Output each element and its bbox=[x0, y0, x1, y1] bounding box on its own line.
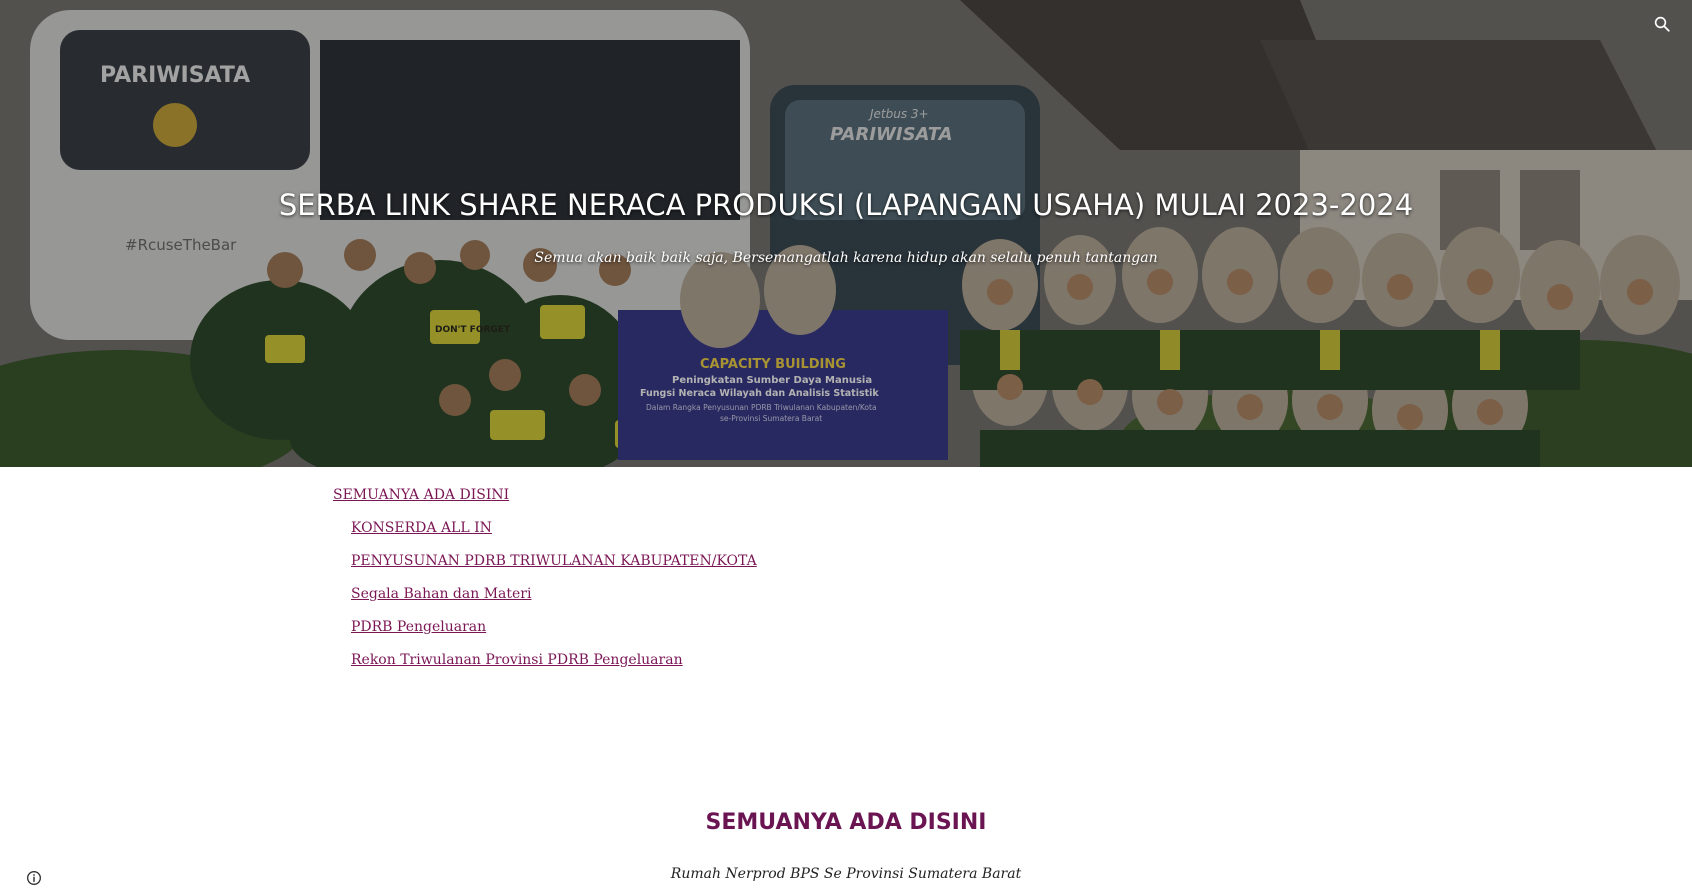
search-button[interactable] bbox=[1648, 10, 1676, 38]
site-title: SERBA LINK SHARE NERACA PRODUKSI (LAPANG… bbox=[278, 188, 1414, 222]
nav-link-pdrb-pengeluaran[interactable]: PDRB Pengeluaran bbox=[351, 619, 486, 635]
nav-link-konserda-all-in[interactable]: KONSERDA ALL IN bbox=[351, 520, 492, 536]
search-icon bbox=[1654, 16, 1670, 32]
nav-link-penyusunan-pdrb[interactable]: PENYUSUNAN PDRB TRIWULANAN KABUPATEN/KOT… bbox=[351, 553, 757, 569]
section-text: Rumah Nerprod BPS Se Provinsi Sumatera B… bbox=[670, 866, 1022, 882]
info-icon bbox=[27, 871, 41, 885]
hero-overlay bbox=[0, 0, 1692, 467]
section-heading: SEMUANYA ADA DISINI bbox=[705, 810, 987, 835]
nav-link-semuanya-ada-disini[interactable]: SEMUANYA ADA DISINI bbox=[333, 487, 509, 503]
site-info-button[interactable] bbox=[24, 868, 44, 888]
nav-link-rekon-triwulanan[interactable]: Rekon Triwulanan Provinsi PDRB Pengeluar… bbox=[351, 652, 683, 668]
page: PARIWISATA #RcuseTheBar PARIWISATA Jetbu… bbox=[0, 0, 1692, 896]
nav-link-segala-bahan[interactable]: Segala Bahan dan Materi bbox=[351, 586, 531, 602]
site-subtitle: Semua akan baik baik saja, Bersemangatla… bbox=[534, 250, 1158, 266]
hero-banner: PARIWISATA #RcuseTheBar PARIWISATA Jetbu… bbox=[0, 0, 1692, 467]
